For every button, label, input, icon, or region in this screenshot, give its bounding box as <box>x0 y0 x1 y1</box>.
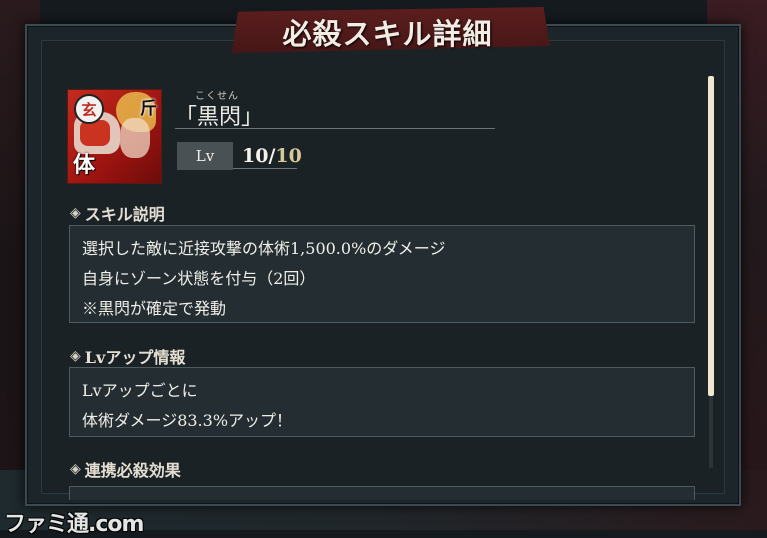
section-title-levelup: Lvアップ情報 <box>84 348 186 367</box>
section-header-description: ◈ スキル説明 <box>70 201 165 225</box>
icon-top-glyph: 斤 <box>140 99 157 119</box>
level-label: Lv <box>177 142 233 170</box>
character-face-art <box>120 118 150 158</box>
skill-icon: 玄 斤 体 <box>67 89 162 184</box>
level-max: 10 <box>275 145 302 167</box>
skill-name: 「黒閃」 <box>175 105 264 130</box>
description-line: ※黒閃が確定で発動 <box>82 299 227 318</box>
level-value: 10/10 <box>242 142 302 170</box>
description-line: 自身にゾーン状態を付与（2回） <box>82 269 316 288</box>
section-title-combo: 連携必殺効果 <box>84 461 181 480</box>
icon-type-glyph: 体 <box>73 152 96 178</box>
skill-name-underline <box>175 128 495 129</box>
level-underline <box>233 168 297 169</box>
levelup-line: Lvアップごとに <box>82 381 198 400</box>
watermark-logo: ファミ通.com <box>4 512 144 537</box>
diamond-icon: ◈ <box>70 348 81 364</box>
levelup-box: Lvアップごとに 体術ダメージ83.3%アップ！ <box>69 367 695 437</box>
scrollbar-thumb[interactable] <box>708 76 714 396</box>
combo-box-partial <box>69 486 695 500</box>
description-box: 選択した敵に近接攻撃の体術1,500.0%のダメージ 自身にゾーン状態を付与（2… <box>69 225 695 323</box>
diamond-icon: ◈ <box>70 205 81 221</box>
section-header-combo: ◈ 連携必殺効果 <box>70 457 181 481</box>
diamond-icon: ◈ <box>70 461 81 477</box>
description-line: 選択した敵に近接攻撃の体術1,500.0%のダメージ <box>82 239 446 258</box>
grade-badge-icon: 玄 <box>74 94 104 124</box>
section-title-description: スキル説明 <box>84 205 165 224</box>
fist-shadow-art <box>80 120 110 146</box>
section-header-levelup: ◈ Lvアップ情報 <box>70 344 185 368</box>
dialog-title: 必殺スキル詳細 <box>282 17 493 51</box>
level-current: 10 <box>242 145 269 167</box>
levelup-line: 体術ダメージ83.3%アップ！ <box>82 411 293 430</box>
